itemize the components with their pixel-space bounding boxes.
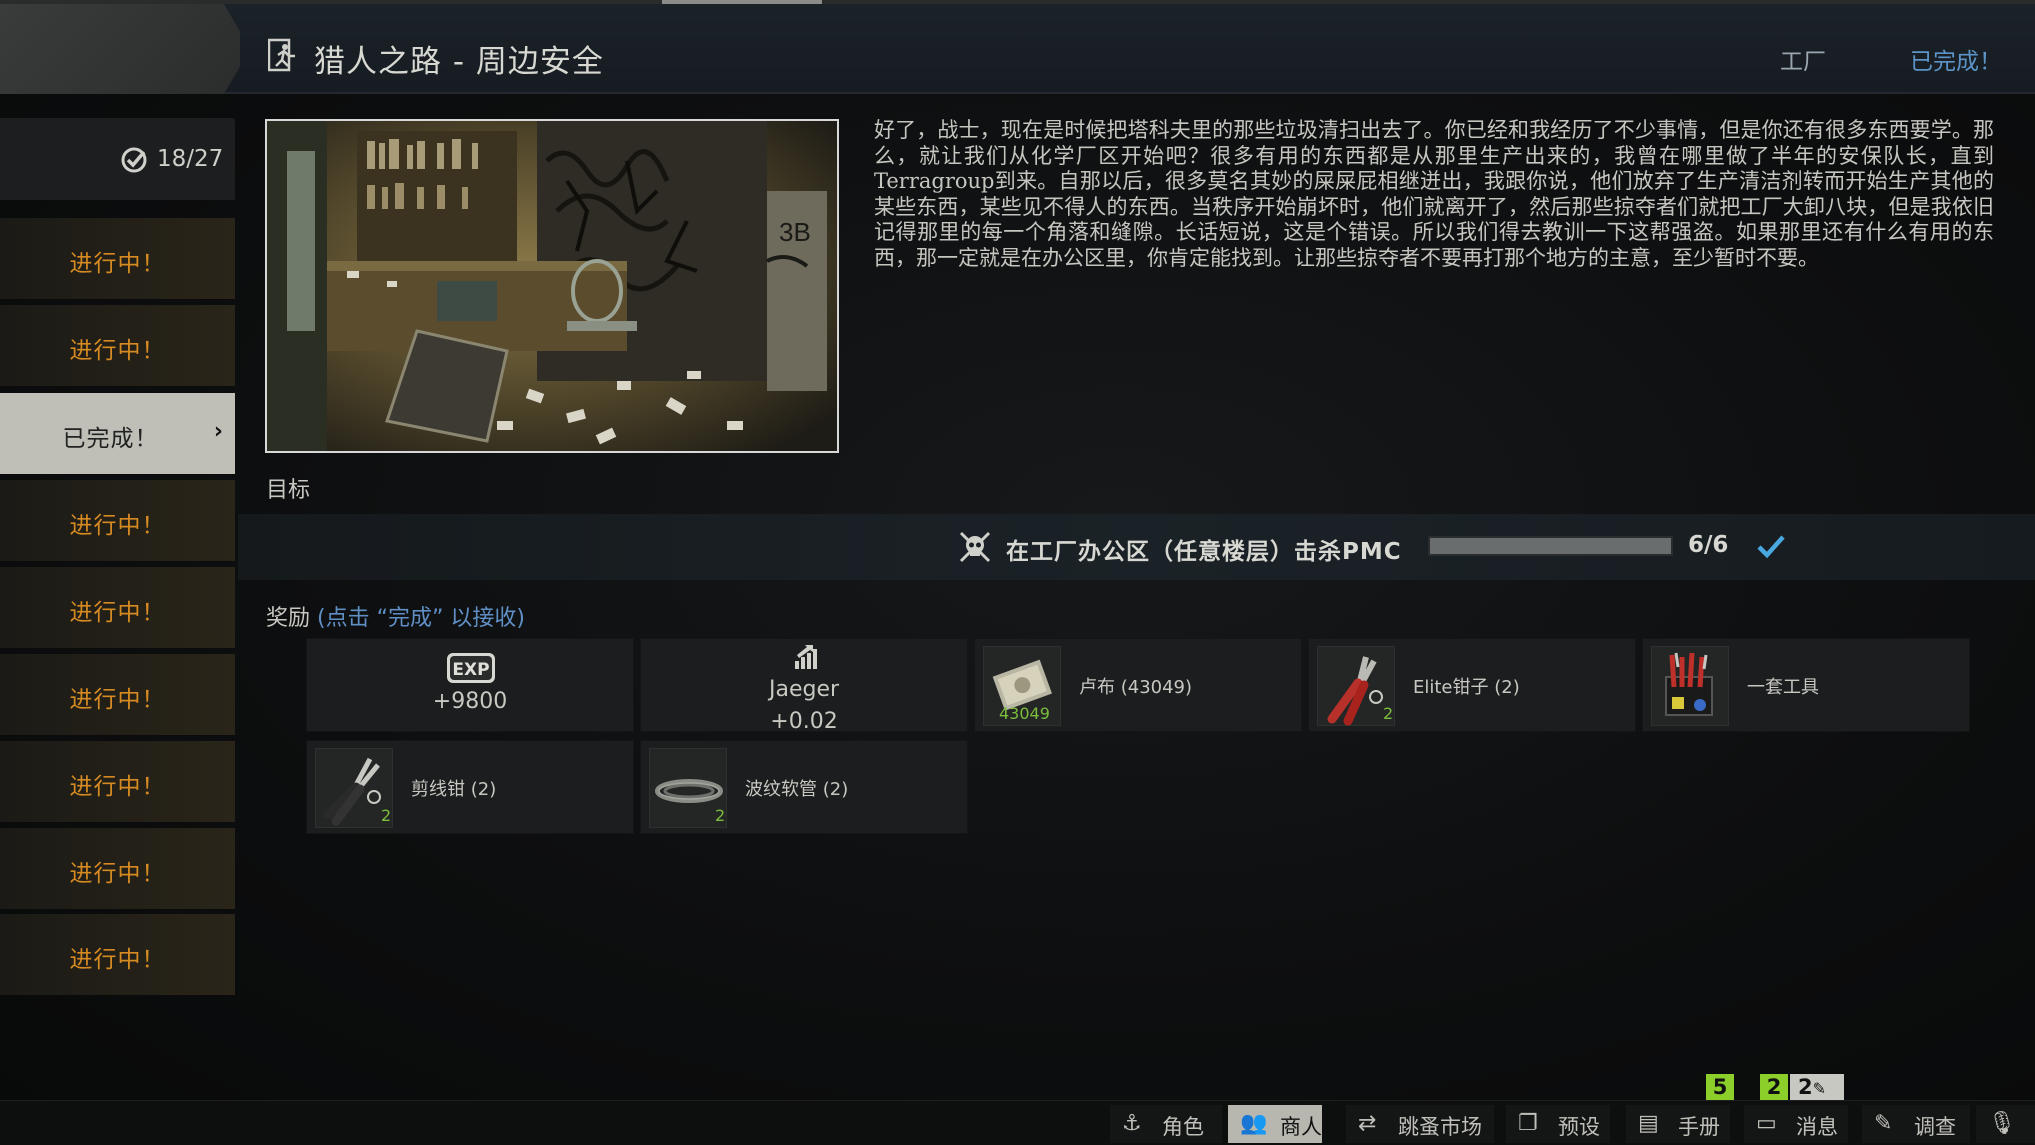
- quest-status: 已完成！: [1910, 49, 2002, 75]
- objective-count: 6/6: [1688, 532, 1729, 558]
- reward-exp-value: +9800: [432, 689, 508, 714]
- reward-item[interactable]: 2 Elite钳子 (2): [1308, 638, 1636, 732]
- skull-icon: [959, 531, 991, 563]
- reward-trader-name: Jaeger: [768, 677, 840, 702]
- exit-icon: [268, 38, 295, 72]
- sidebar-item-label: 进行中！: [69, 687, 166, 713]
- traders-icon: 👥: [1240, 1111, 1268, 1136]
- sidebar-quest-item[interactable]: 进行中！: [0, 914, 235, 996]
- svg-text:3B: 3B: [779, 217, 811, 247]
- bottom-nav: ⚓ 角色 👥 商人 ⇄ 跳蚤市场 ❐ 预设 ▤ 手册 ▭ 消息 ✎ 调查 🎙: [0, 1100, 2035, 1145]
- reward-exp: EXP +9800: [306, 638, 634, 732]
- sidebar-quest-item[interactable]: 进行中！: [0, 218, 235, 300]
- rewards-title: 奖励: [266, 606, 311, 631]
- presets-icon: ❐: [1518, 1111, 1538, 1136]
- check-circle-icon: [121, 147, 147, 173]
- chevron-right-icon: ›: [213, 419, 223, 444]
- sidebar-quest-item[interactable]: 进行中！: [0, 305, 235, 387]
- sidebar-quest-item[interactable]: 进行中！: [0, 741, 235, 823]
- reward-item-count: 2: [1383, 704, 1394, 723]
- rewards-label: 奖励 (点击 “完成” 以接收): [266, 600, 525, 632]
- tab-presets[interactable]: ❐ 预设: [1506, 1105, 1610, 1143]
- quest-header: 猎人之路 - 周边安全 工厂 已完成！: [0, 4, 2035, 94]
- sidebar-item-label: 已完成！: [62, 426, 159, 452]
- exp-badge-icon: EXP: [447, 653, 495, 683]
- sidebar-quest-item-selected[interactable]: 已完成！ ›: [0, 393, 235, 475]
- voice-search-button[interactable]: 🎙: [1976, 1105, 2035, 1143]
- reputation-up-icon: [795, 645, 817, 669]
- messages-icon: ▭: [1756, 1111, 1777, 1136]
- reward-item-count: 43049: [999, 704, 1050, 723]
- sidebar-item-label: 进行中！: [69, 338, 166, 364]
- toolset-icon: [1651, 646, 1729, 726]
- microphone-icon: 🎙: [1988, 1111, 2016, 1136]
- notification-badge: 5: [1706, 1074, 1734, 1100]
- reward-item-name: Elite钳子 (2): [1413, 677, 1520, 698]
- sidebar-item-label: 进行中！: [69, 774, 166, 800]
- objective-text: 在工厂办公区（任意楼层）击杀PMC: [1006, 539, 1402, 565]
- sidebar-quest-item[interactable]: 进行中！: [0, 567, 235, 649]
- quest-title: 猎人之路 - 周边安全: [314, 44, 604, 80]
- handbook-icon: ▤: [1638, 1111, 1659, 1136]
- reward-item[interactable]: 2 波纹软管 (2): [640, 740, 968, 834]
- quest-location: 工厂: [1780, 49, 1826, 75]
- sidebar-item-label: 进行中！: [69, 251, 166, 277]
- objective-progress-bar: [1428, 536, 1673, 556]
- quest-description: 好了，战士，现在是时候把塔科夫里的那些垃圾清扫出去了。你已经和我经历了不少事情，…: [874, 118, 1994, 270]
- reward-item-count: 2: [715, 806, 726, 825]
- reward-reputation-value: +0.02: [770, 709, 838, 734]
- sidebar-quest-item[interactable]: 进行中！: [0, 654, 235, 736]
- flea-market-icon: ⇄: [1358, 1111, 1377, 1136]
- header-back-tab[interactable]: [0, 4, 240, 94]
- quest-counter: 18/27: [0, 118, 235, 200]
- checkmark-icon: [1757, 535, 1785, 559]
- sidebar-item-label: 进行中！: [69, 600, 166, 626]
- sidebar-item-label: 进行中！: [69, 947, 166, 973]
- tab-survey[interactable]: ✎ 调查: [1862, 1105, 1970, 1143]
- reward-item-name: 剪线钳 (2): [411, 779, 497, 800]
- survey-icon: ✎: [1874, 1111, 1893, 1136]
- quest-counter-text: 18/27: [157, 146, 224, 172]
- objectives-label: 目标: [266, 478, 311, 503]
- reward-item[interactable]: 2 剪线钳 (2): [306, 740, 634, 834]
- tab-traders[interactable]: 👥 商人: [1228, 1105, 1322, 1143]
- tab-flea-market[interactable]: ⇄ 跳蚤市场: [1346, 1105, 1494, 1143]
- reward-item[interactable]: 43049 卢布 (43049): [974, 638, 1302, 732]
- sidebar-quest-item[interactable]: 进行中！: [0, 480, 235, 562]
- tab-handbook[interactable]: ▤ 手册: [1626, 1105, 1730, 1143]
- sidebar-item-label: 进行中！: [69, 861, 166, 887]
- quest-image: 3B: [265, 119, 839, 453]
- reward-reputation: Jaeger +0.02: [640, 638, 968, 734]
- attachment-icon: ✎: [1812, 1079, 1827, 1098]
- quest-screen: 猎人之路 - 周边安全 工厂 已完成！ 18/27 进行中！ 进行中！ 已完成！…: [0, 0, 2035, 1145]
- reward-item[interactable]: 一套工具: [1642, 638, 1970, 732]
- tab-character[interactable]: ⚓ 角色: [1110, 1105, 1222, 1143]
- character-icon: ⚓: [1122, 1111, 1142, 1136]
- reward-item-name: 波纹软管 (2): [745, 779, 849, 800]
- sidebar-quest-item[interactable]: 进行中！: [0, 828, 235, 910]
- reward-item-count: 2: [381, 806, 392, 825]
- rewards-hint: (点击 “完成” 以接收): [317, 606, 525, 631]
- notification-badge: 2✎: [1790, 1074, 1844, 1100]
- reward-item-name: 卢布 (43049): [1079, 677, 1193, 698]
- svg-text:EXP: EXP: [452, 660, 489, 680]
- reward-item-name: 一套工具: [1747, 677, 1819, 698]
- sidebar-item-label: 进行中！: [69, 513, 166, 539]
- objective-row: 在工厂办公区（任意楼层）击杀PMC 6/6: [238, 514, 2035, 580]
- tab-messages[interactable]: ▭ 消息: [1744, 1105, 1848, 1143]
- notification-badge: 2: [1760, 1074, 1788, 1100]
